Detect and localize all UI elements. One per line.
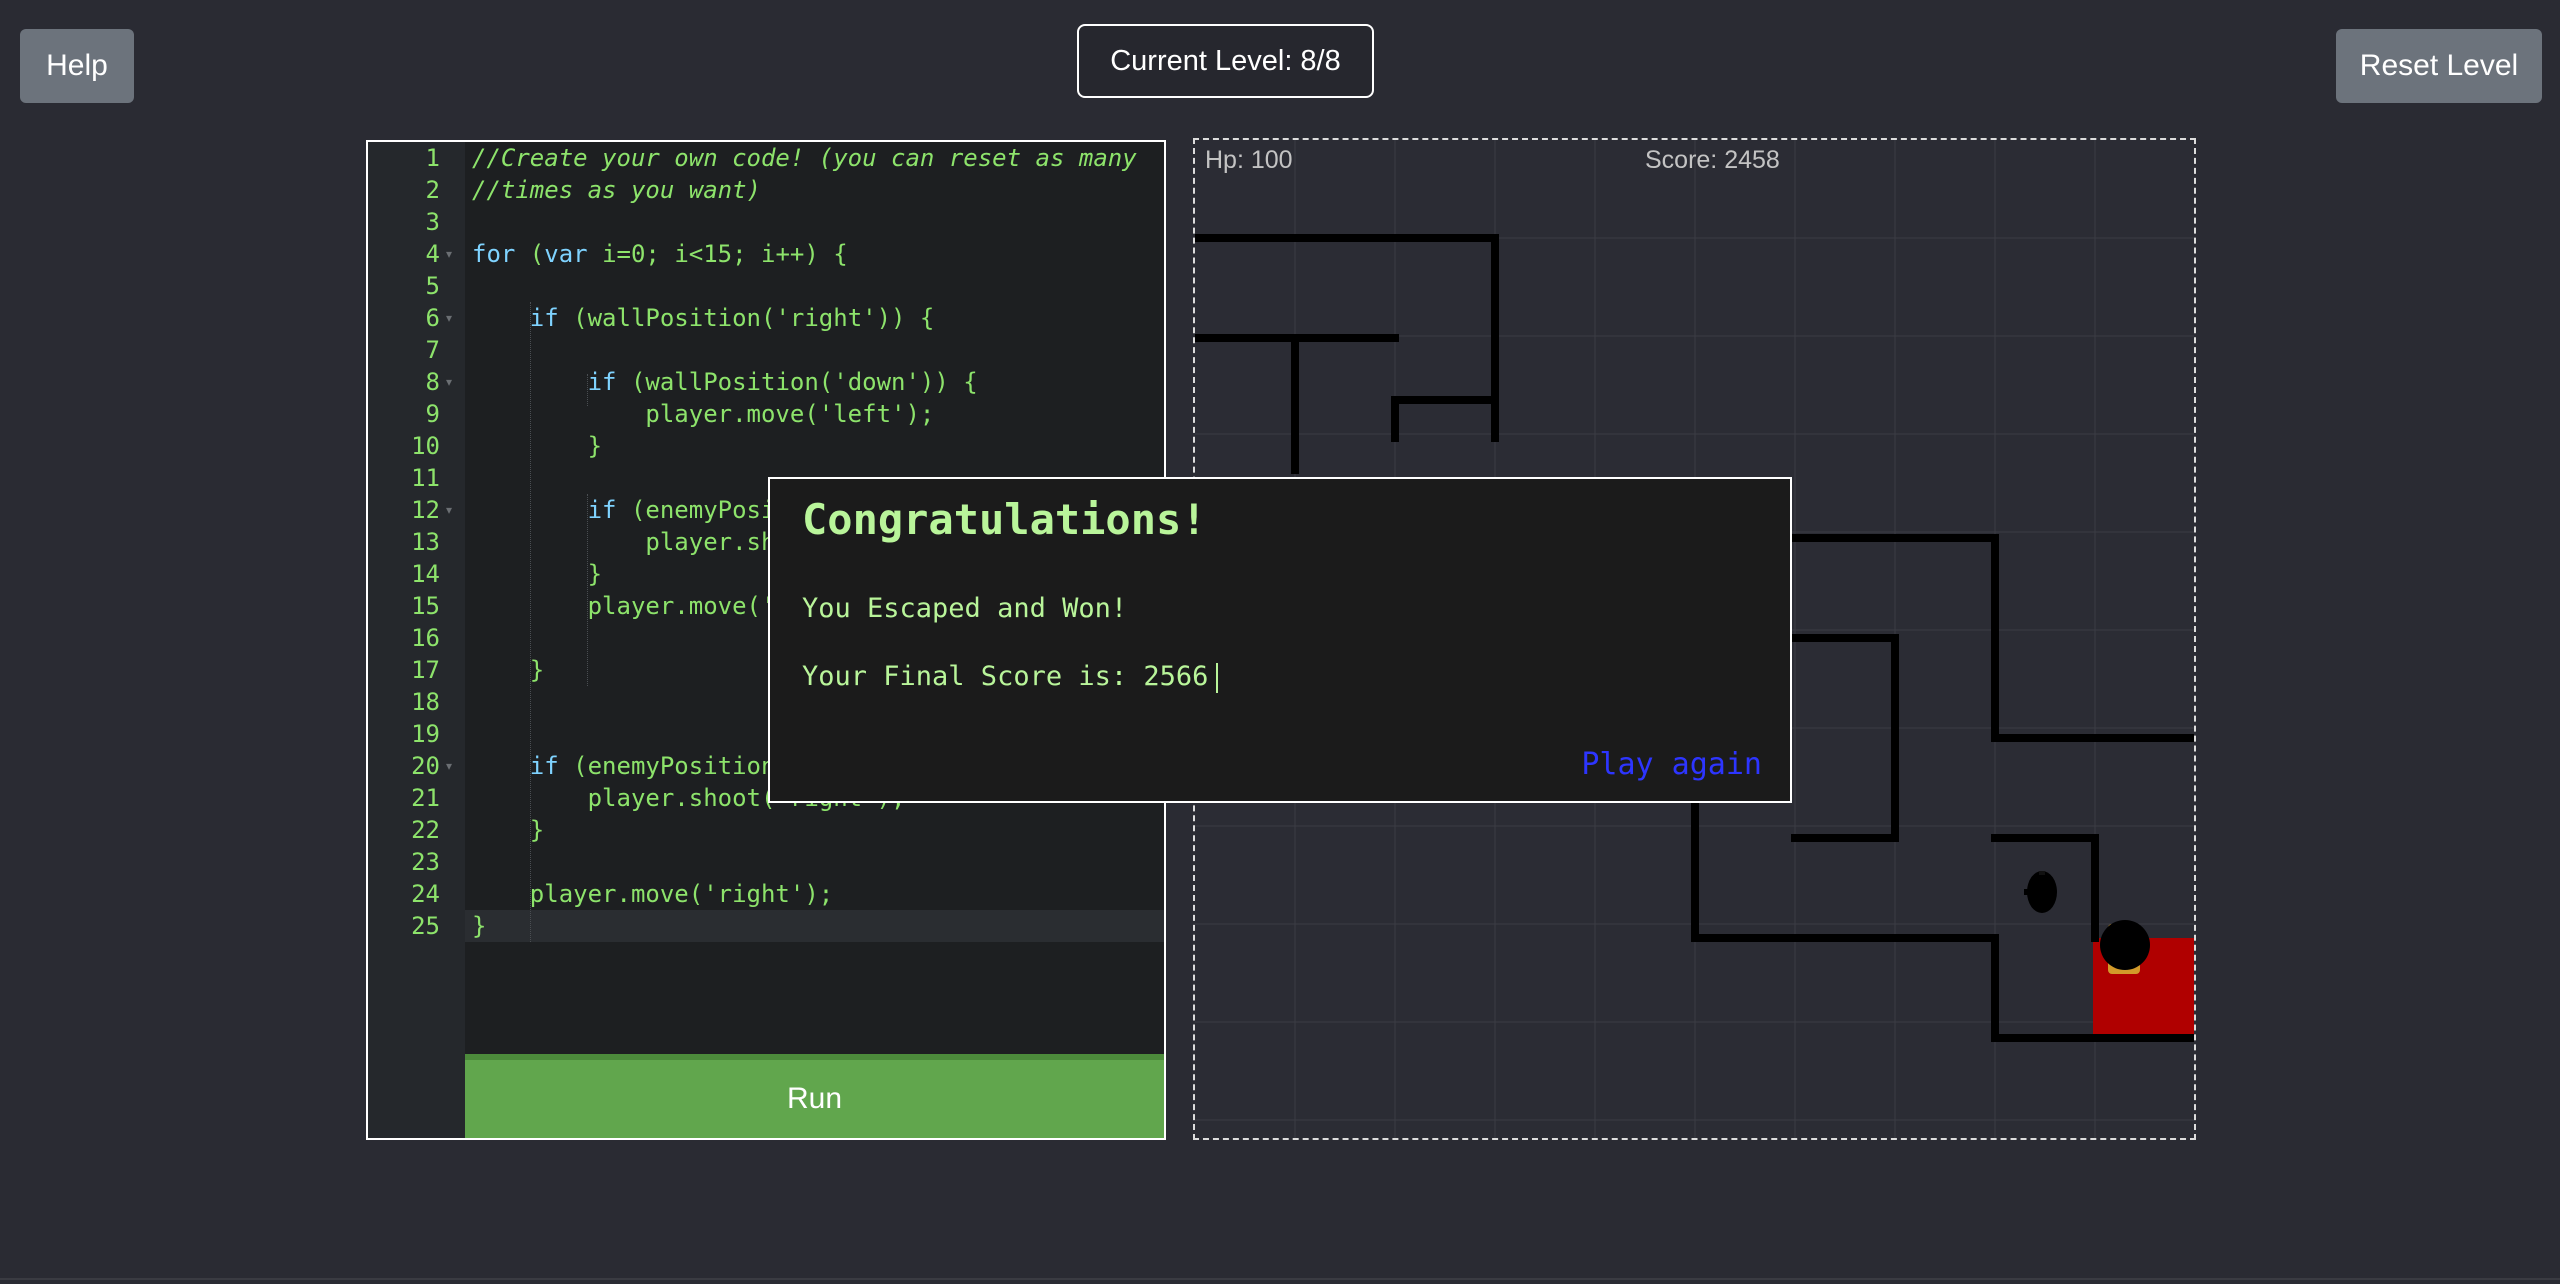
maze-wall	[1791, 634, 1899, 842]
indent-guide	[587, 374, 588, 406]
fold-arrow-icon[interactable]: ▾	[446, 750, 452, 782]
line-number: 20	[411, 752, 440, 780]
line-number: 10	[411, 432, 440, 460]
indent-guide	[587, 494, 588, 686]
code-line: player.move('	[472, 592, 776, 620]
fold-arrow-icon[interactable]: ▾	[446, 302, 452, 334]
line-number: 6	[425, 304, 440, 332]
code-line: if (enemyPosi	[587, 496, 776, 524]
final-score-row: Your Final Score is: 2566	[802, 661, 1219, 693]
code-line: }	[472, 816, 545, 844]
line-number: 12	[411, 496, 440, 524]
line-number: 18	[411, 688, 440, 716]
code-line: player.sh	[472, 528, 776, 556]
line-number: 19	[411, 720, 440, 748]
line-number: 15	[411, 592, 440, 620]
line-number-gutter: 1 2 3 4 ▾ 5 6 ▾ 7 8 ▾ 9 10 11 12 ▾ 13 14 15 16 17 18 19 20 ▾ 21 22…	[368, 142, 465, 1138]
bottom-divider	[0, 1278, 2560, 1280]
line-number: 4	[425, 240, 440, 268]
active-line-highlight	[465, 910, 1164, 942]
dialog-message: You Escaped and Won!	[802, 593, 1128, 624]
line-number: 2	[425, 176, 440, 204]
line-number: 3	[425, 208, 440, 236]
code-line: }	[472, 432, 603, 460]
line-number: 13	[411, 528, 440, 556]
line-number: 25	[411, 912, 440, 940]
dialog-title: Congratulations!	[802, 495, 1207, 544]
help-button[interactable]: Help	[20, 29, 134, 103]
current-level-indicator: Current Level: 8/8	[1077, 24, 1374, 98]
enemy-sprite	[2024, 871, 2057, 913]
maze-wall	[1391, 396, 1499, 442]
code-line: player.move('left');	[472, 400, 935, 428]
code-line: if (enemyPosition	[529, 752, 776, 780]
hp-display: Hp: 100	[1205, 146, 1293, 174]
fold-arrow-icon[interactable]: ▾	[446, 494, 452, 526]
line-number: 23	[411, 848, 440, 876]
code-line: if (wallPosition('down')) {	[587, 368, 978, 396]
reset-level-button[interactable]: Reset Level	[2336, 29, 2542, 103]
code-line: }	[472, 912, 487, 940]
code-line: //Create your own code! (you can reset a…	[472, 144, 1137, 172]
fold-arrow-icon[interactable]: ▾	[446, 366, 452, 398]
indent-guide	[530, 302, 531, 942]
score-display: Score: 2458	[1645, 146, 1780, 174]
code-line: }	[472, 560, 603, 588]
code-line: if (wallPosition('right')) {	[529, 304, 935, 332]
final-score-text: Your Final Score is: 2566	[802, 661, 1209, 692]
line-number: 24	[411, 880, 440, 908]
line-number: 5	[425, 272, 440, 300]
line-number: 9	[425, 400, 440, 428]
fold-arrow-icon[interactable]: ▾	[446, 238, 452, 270]
text-cursor	[1216, 662, 1219, 693]
run-button[interactable]: Run	[465, 1054, 1164, 1138]
line-number: 7	[425, 336, 440, 364]
line-number: 11	[411, 464, 440, 492]
line-number: 22	[411, 816, 440, 844]
play-again-link[interactable]: Play again	[1581, 747, 1762, 782]
code-line: }	[472, 656, 545, 684]
code-line: player.move('right');	[472, 880, 834, 908]
line-number: 1	[425, 144, 440, 172]
code-line: for (var i=0; i<15; i++) {	[472, 240, 848, 268]
line-number: 16	[411, 624, 440, 652]
line-number: 17	[411, 656, 440, 684]
code-line: //times as you want)	[472, 176, 761, 204]
line-number: 21	[411, 784, 440, 812]
line-number: 8	[425, 368, 440, 396]
line-number: 14	[411, 560, 440, 588]
win-dialog: Congratulations! You Escaped and Won! Yo…	[768, 477, 1792, 803]
